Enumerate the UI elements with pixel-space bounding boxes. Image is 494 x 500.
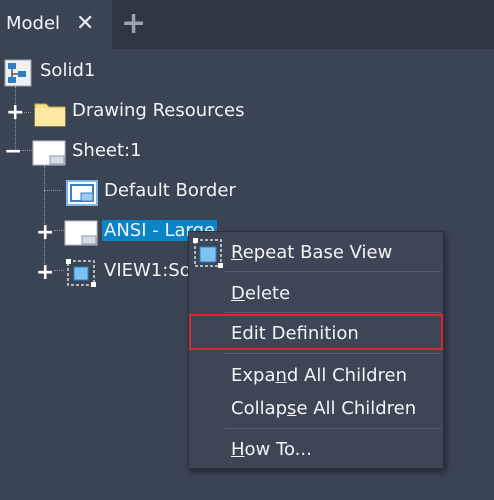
menu-separator (225, 353, 441, 354)
menu-separator (225, 271, 441, 272)
tree-node-view1[interactable]: + VIEW1:Solid1 (0, 256, 190, 290)
expand-icon[interactable]: + (36, 262, 54, 284)
tab-model-label: Model (6, 13, 61, 34)
tree-node-label: Solid1 (40, 60, 96, 81)
tab-model[interactable]: Model ✕ (0, 0, 112, 49)
menu-item-label: Delete (231, 283, 291, 304)
menu-item-repeat-base-view[interactable]: Repeat Base View (189, 238, 443, 268)
menu-item-expand-all-children[interactable]: Expand All Children (189, 361, 443, 391)
base-view-icon (66, 259, 96, 287)
sheet-icon (32, 140, 66, 166)
assembly-icon (4, 59, 32, 87)
add-tab-icon[interactable]: + (121, 8, 146, 40)
expand-icon[interactable]: + (6, 102, 24, 124)
menu-item-edit-definition[interactable]: Edit Definition (189, 319, 443, 349)
tree-node-label: Drawing Resources (72, 100, 245, 121)
tab-bar: Model ✕ + (0, 0, 494, 49)
menu-item-label: How To... (231, 439, 312, 460)
close-icon[interactable]: ✕ (76, 12, 94, 36)
menu-item-how-to[interactable]: How To... (189, 435, 443, 465)
border-icon (66, 180, 98, 206)
tree-node-label: VIEW1:Solid1 (104, 260, 190, 281)
menu-separator (225, 312, 441, 313)
folder-icon (34, 103, 66, 127)
tree-node-drawing-resources[interactable]: + Drawing Resources (0, 96, 280, 130)
tree-node-sheet[interactable]: − Sheet:1 (0, 136, 200, 170)
expand-icon[interactable]: + (36, 222, 54, 244)
title-block-icon (64, 220, 98, 246)
menu-separator (225, 428, 441, 429)
collapse-icon[interactable]: − (4, 141, 22, 163)
menu-item-label: Repeat Base View (231, 242, 393, 263)
menu-item-label: Edit Definition (231, 323, 359, 344)
tree-node-label: Sheet:1 (72, 140, 142, 161)
menu-item-label: Collapse All Children (231, 398, 417, 419)
tree-node-solid1[interactable]: Solid1 (0, 56, 200, 90)
menu-item-label: Expand All Children (231, 365, 407, 386)
menu-item-collapse-all-children[interactable]: Collapse All Children (189, 394, 443, 424)
tree-node-label: Default Border (104, 180, 236, 201)
context-menu: Repeat Base View Delete Edit Definition … (188, 231, 444, 469)
tree-node-default-border[interactable]: Default Border (0, 176, 260, 210)
menu-item-delete[interactable]: Delete (189, 279, 443, 309)
